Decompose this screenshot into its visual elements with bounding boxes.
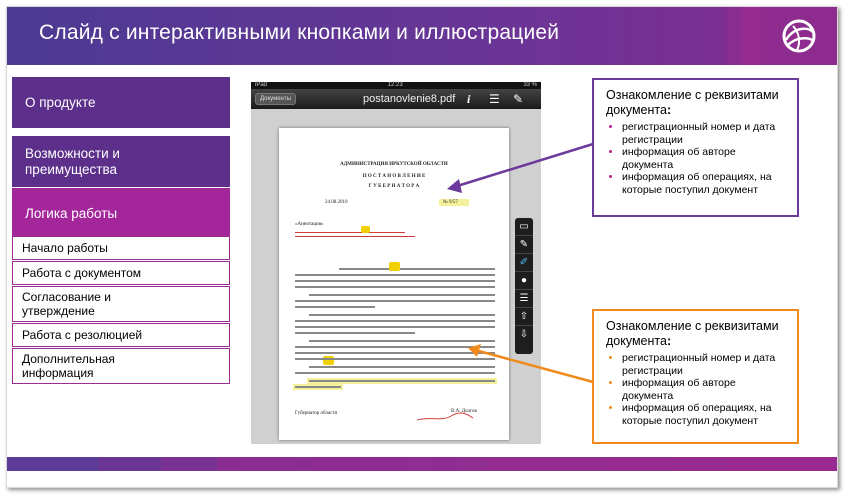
footer-stripe [99, 457, 161, 471]
callout-item: регистрационный номер и дата регистрации [622, 121, 787, 146]
callout-document-details: Ознакомление с реквизитами документа: ре… [592, 78, 799, 217]
callout-item: информация об операциях, на которые пост… [622, 171, 787, 196]
footer-stripe [217, 457, 837, 471]
footer-stripe [7, 457, 99, 471]
callout-item: информация об операциях, на которые пост… [622, 402, 787, 427]
footer-bar [7, 457, 837, 471]
footer-stripe [161, 457, 217, 471]
callout-title: Ознакомление с реквизитами документа: [606, 319, 779, 348]
callout-document-details-2: Ознакомление с реквизитами документа: ре… [592, 309, 799, 444]
slide-frame: Слайд с интерактивными кнопками и иллюст… [6, 6, 838, 488]
callout-item: регистрационный номер и дата регистрации [622, 352, 787, 377]
callout-title: Ознакомление с реквизитами документа: [606, 88, 779, 117]
callout-item: информация об авторе документа [622, 377, 787, 402]
callout-item: информация об авторе документа [622, 146, 787, 171]
